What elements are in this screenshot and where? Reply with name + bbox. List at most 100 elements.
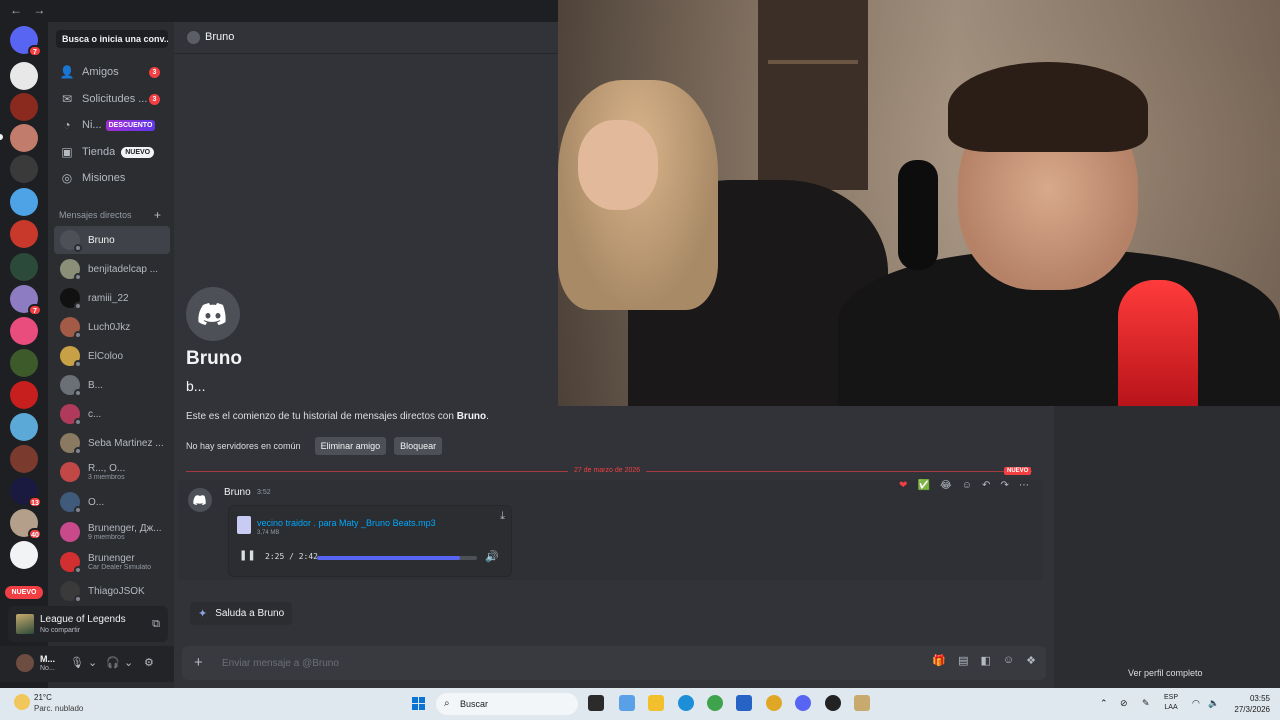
create-dm-button[interactable]: + (154, 208, 161, 222)
chevron-down-icon[interactable]: ⌄ (124, 656, 133, 669)
pause-icon[interactable]: ❚❚ (239, 550, 256, 561)
chevron-up-icon[interactable]: ⌃ (1100, 698, 1108, 709)
dm-item[interactable]: R..., O... 3 miembros (54, 458, 170, 486)
server-icon[interactable] (10, 62, 38, 90)
find-conversation-button[interactable]: Busca o inicia una conv... (56, 30, 168, 48)
activity-panel[interactable]: League of Legends No compartir ⧉ (8, 606, 168, 642)
discount-badge: DESCUENTO (105, 119, 156, 131)
wifi-icon[interactable]: ◠ (1192, 698, 1200, 709)
weather-icon[interactable] (14, 694, 30, 710)
gear-icon[interactable]: ⚙ (144, 656, 154, 669)
sticker-icon[interactable]: ◧ (980, 654, 990, 667)
remove-friend-button[interactable]: Eliminar amigo (314, 437, 387, 455)
windows-start-icon[interactable] (412, 697, 426, 711)
headphones-icon[interactable]: 🎧 (106, 656, 120, 669)
clock[interactable]: 03:55 27/3/2026 (1226, 693, 1270, 715)
discord-logo-icon (193, 495, 206, 505)
dm-item[interactable]: Brunenger, Дж... 9 miembros (54, 518, 170, 546)
app-icon[interactable] (619, 695, 635, 711)
taskbar-search[interactable]: ⌕ Buscar (436, 693, 578, 715)
gift-icon[interactable]: 🎁 (932, 654, 946, 667)
league-icon[interactable] (854, 695, 870, 711)
wave-button[interactable]: ✦ Saluda a Bruno (190, 602, 293, 625)
server-icon[interactable]: 40 (10, 509, 42, 540)
weather-condition[interactable]: Parc. nublado (34, 704, 83, 713)
message-input[interactable] (222, 654, 882, 672)
dm-item[interactable]: ElColoo (54, 342, 170, 370)
avatar[interactable] (188, 488, 212, 512)
forward-icon[interactable]: ↷ (1000, 480, 1008, 491)
reply-icon[interactable]: ↶ (982, 480, 990, 491)
check-reaction-icon[interactable]: ✅ (917, 480, 929, 491)
nav-quests[interactable]: ◎ Misiones (54, 166, 170, 190)
chrome-icon[interactable] (766, 695, 782, 711)
audio-progress-bar[interactable] (317, 556, 477, 560)
block-button[interactable]: Bloquear (394, 437, 443, 455)
volume-icon[interactable]: 🔊 (485, 550, 499, 563)
dm-item[interactable]: B... (54, 371, 170, 399)
view-full-profile-link[interactable]: Ver perfil completo (1128, 668, 1203, 678)
laugh-reaction-icon[interactable]: 😂 (940, 480, 952, 491)
server-icon[interactable] (10, 541, 38, 569)
dm-item[interactable]: Brunenger Car Dealer Simulato (54, 548, 170, 576)
file-explorer-icon[interactable] (648, 695, 664, 711)
server-icon[interactable] (10, 445, 38, 473)
dm-section-title: Mensajes directos (59, 210, 132, 220)
add-attachment-icon[interactable]: + (194, 654, 203, 671)
server-icon[interactable]: 13 (10, 477, 42, 508)
server-icon[interactable] (10, 155, 38, 183)
chevron-down-icon[interactable]: ⌄ (88, 656, 97, 669)
task-view-icon[interactable] (588, 695, 604, 711)
server-icon[interactable] (10, 220, 38, 248)
server-icon[interactable] (10, 253, 38, 281)
server-icon[interactable] (10, 188, 38, 216)
nav-nitro[interactable]: ◔ Ni... DESCUENTO (54, 113, 170, 137)
shop-icon: ▣ (61, 145, 73, 159)
dm-item[interactable]: c... (54, 400, 170, 428)
nav-shop[interactable]: ▣ Tienda NUEVO (54, 140, 170, 164)
more-icon[interactable]: ⋯ (1019, 480, 1029, 491)
discord-icon[interactable] (795, 695, 811, 711)
file-name-link[interactable]: vecino traidor . para Maty _Bruno Beats.… (257, 518, 436, 528)
store-icon[interactable] (736, 695, 752, 711)
server-icon[interactable] (10, 124, 38, 152)
microphone-icon[interactable]: 🎙 (70, 656, 84, 669)
network-off-icon[interactable]: ⊘ (1120, 698, 1128, 709)
dm-item[interactable]: ramiii_22 (54, 284, 170, 312)
share-screen-icon[interactable]: ⧉ (152, 618, 160, 631)
server-icon[interactable] (10, 381, 38, 409)
server-icon[interactable] (10, 413, 38, 441)
nav-message-requests[interactable]: ✉ Solicitudes ... 3 (54, 87, 170, 111)
back-forward-nav[interactable]: ← → (10, 3, 49, 17)
pen-icon[interactable]: ✎ (1142, 698, 1150, 709)
dm-item[interactable]: Seba Martinez ... (54, 429, 170, 457)
gif-icon[interactable]: ▤ (958, 654, 968, 667)
obs-icon[interactable] (825, 695, 841, 711)
dm-item[interactable]: benjitadelcap ... (54, 255, 170, 283)
edge-icon[interactable] (678, 695, 694, 711)
server-icon[interactable] (10, 317, 38, 345)
download-icon[interactable]: ⤓ (500, 510, 505, 523)
apps-icon[interactable]: ❖ (1026, 654, 1036, 667)
server-icon[interactable] (10, 93, 38, 121)
add-reaction-icon[interactable]: ☺ (962, 480, 972, 491)
avatar (60, 462, 80, 482)
emoji-icon[interactable]: ☺ (1003, 654, 1014, 667)
message-author[interactable]: Bruno (224, 487, 251, 498)
chrome-icon[interactable] (707, 695, 723, 711)
server-icon[interactable]: 7 (10, 285, 42, 316)
profile-avatar[interactable] (186, 287, 240, 341)
dm-item[interactable]: ThiagoJSOK (54, 577, 170, 605)
new-servers-pill[interactable]: NUEVO (5, 586, 43, 599)
server-icon[interactable] (10, 349, 38, 377)
weather-temperature[interactable]: 21°C (34, 693, 52, 702)
home-button[interactable]: 7 (10, 26, 42, 57)
dm-item[interactable]: O... (54, 488, 170, 516)
dm-item[interactable]: Luch0Jkz (54, 313, 170, 341)
speaker-icon[interactable]: 🔈 (1208, 698, 1219, 709)
heart-reaction-icon[interactable]: ❤ (899, 480, 907, 491)
language-indicator[interactable]: ESP LAA (1164, 693, 1178, 713)
nav-friends[interactable]: 👤 Amigos 3 (54, 60, 170, 84)
dm-item[interactable]: Bruno (54, 226, 170, 254)
avatar[interactable] (16, 654, 34, 672)
